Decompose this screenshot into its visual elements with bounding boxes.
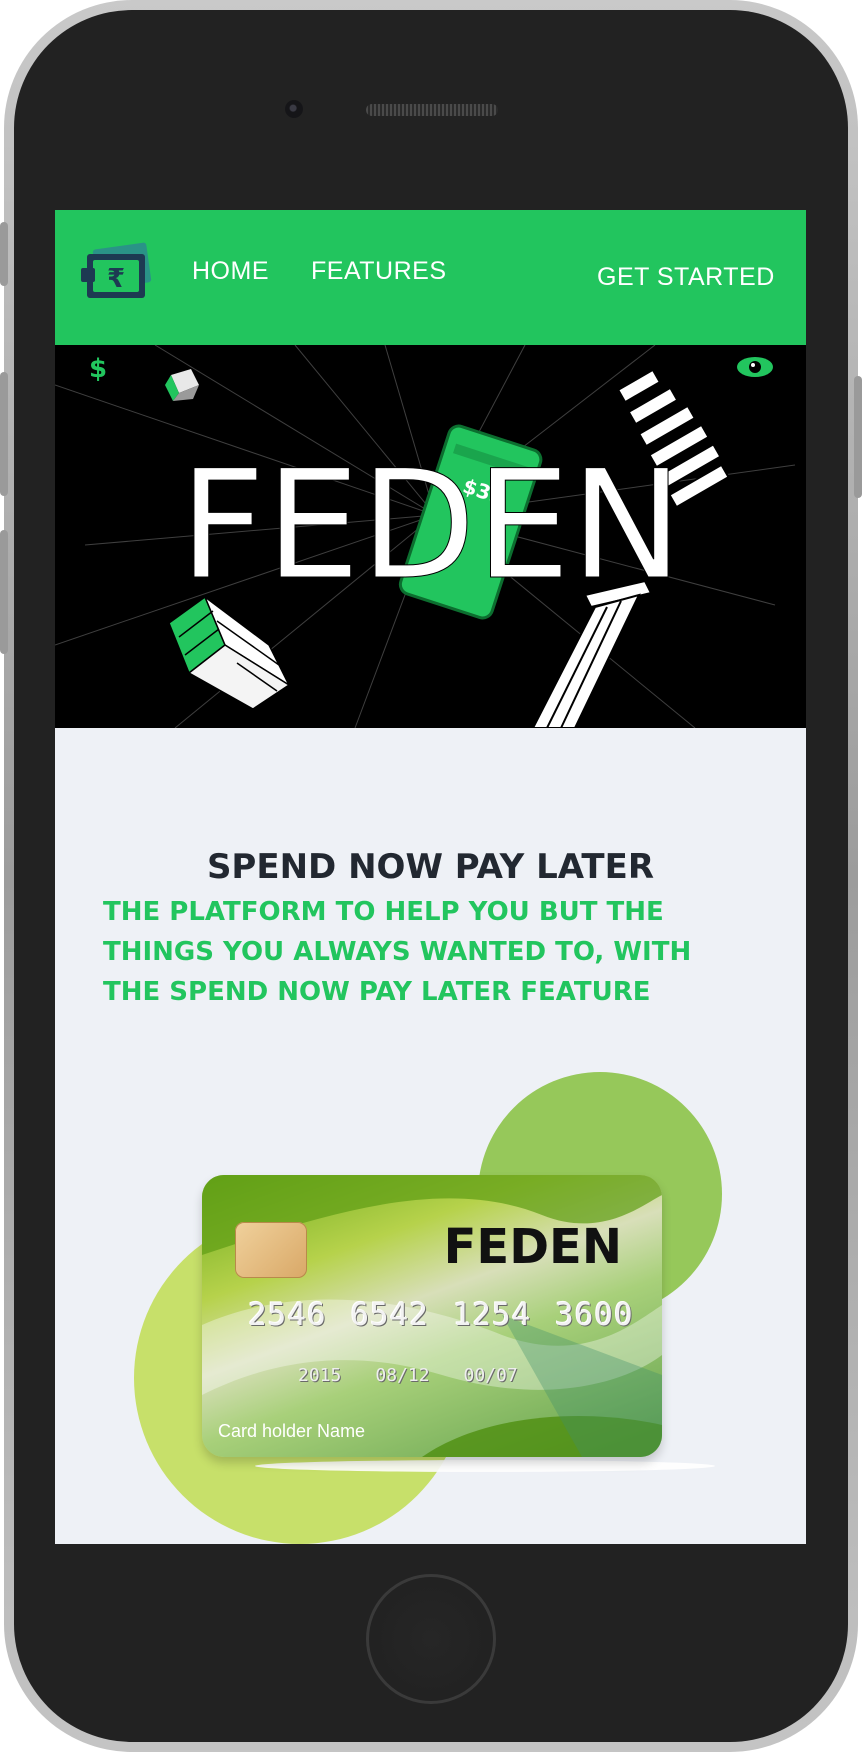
description-line: THE PLATFORM TO HELP YOU BUT THE bbox=[103, 897, 664, 927]
front-camera-icon bbox=[285, 100, 303, 118]
svg-text:₹: ₹ bbox=[107, 264, 125, 294]
app-screen: ₹ HOME FEATURES GET STARTED $ $35 FEDEN … bbox=[55, 210, 806, 1544]
get-started-button[interactable]: GET STARTED bbox=[597, 263, 775, 292]
hero-title: FEDEN bbox=[179, 439, 683, 613]
navbar: ₹ HOME FEATURES GET STARTED bbox=[55, 210, 806, 345]
tagline-heading: SPEND NOW PAY LATER bbox=[206, 847, 655, 887]
cube-pyramid-decoration bbox=[168, 594, 291, 710]
card-dates: 2015 08/12 00/07 bbox=[298, 1365, 552, 1386]
card-date: 08/12 bbox=[375, 1365, 430, 1386]
card-holder-name: Card holder Name bbox=[218, 1421, 366, 1441]
volume-down-button bbox=[0, 530, 8, 654]
eye-icon bbox=[737, 357, 773, 377]
hero-illustration: $ $35 FEDEN bbox=[55, 345, 796, 728]
nav-features-link[interactable]: FEATURES bbox=[311, 257, 447, 286]
hero-banner: $ $35 FEDEN bbox=[55, 345, 806, 728]
card-number: 2546 6542 1254 3600 bbox=[248, 1297, 634, 1333]
silent-switch bbox=[0, 222, 8, 286]
card-date: 2015 bbox=[298, 1365, 342, 1386]
description-line: THINGS YOU ALWAYS WANTED TO, WITH bbox=[103, 937, 692, 967]
card-brand: FEDEN bbox=[443, 1219, 622, 1275]
description-line: THE SPEND NOW PAY LATER FEATURE bbox=[103, 977, 651, 1007]
credit-card: FEDEN 2546 6542 1254 3600 2015 08/12 00/07… bbox=[202, 1175, 662, 1457]
dollar-icon: $ bbox=[89, 354, 107, 384]
card-date: 00/07 bbox=[463, 1365, 518, 1386]
card-chip-icon bbox=[235, 1222, 307, 1278]
rupee-wallet-icon[interactable]: ₹ bbox=[81, 240, 161, 310]
power-button bbox=[854, 376, 862, 498]
nav-home-link[interactable]: HOME bbox=[192, 257, 269, 286]
home-button[interactable] bbox=[366, 1574, 496, 1704]
earpiece-speaker bbox=[366, 104, 498, 116]
description-text: THE PLATFORM TO HELP YOU BUT THE THINGS … bbox=[103, 892, 743, 1012]
volume-up-button bbox=[0, 372, 8, 496]
cube-decoration bbox=[165, 369, 199, 401]
